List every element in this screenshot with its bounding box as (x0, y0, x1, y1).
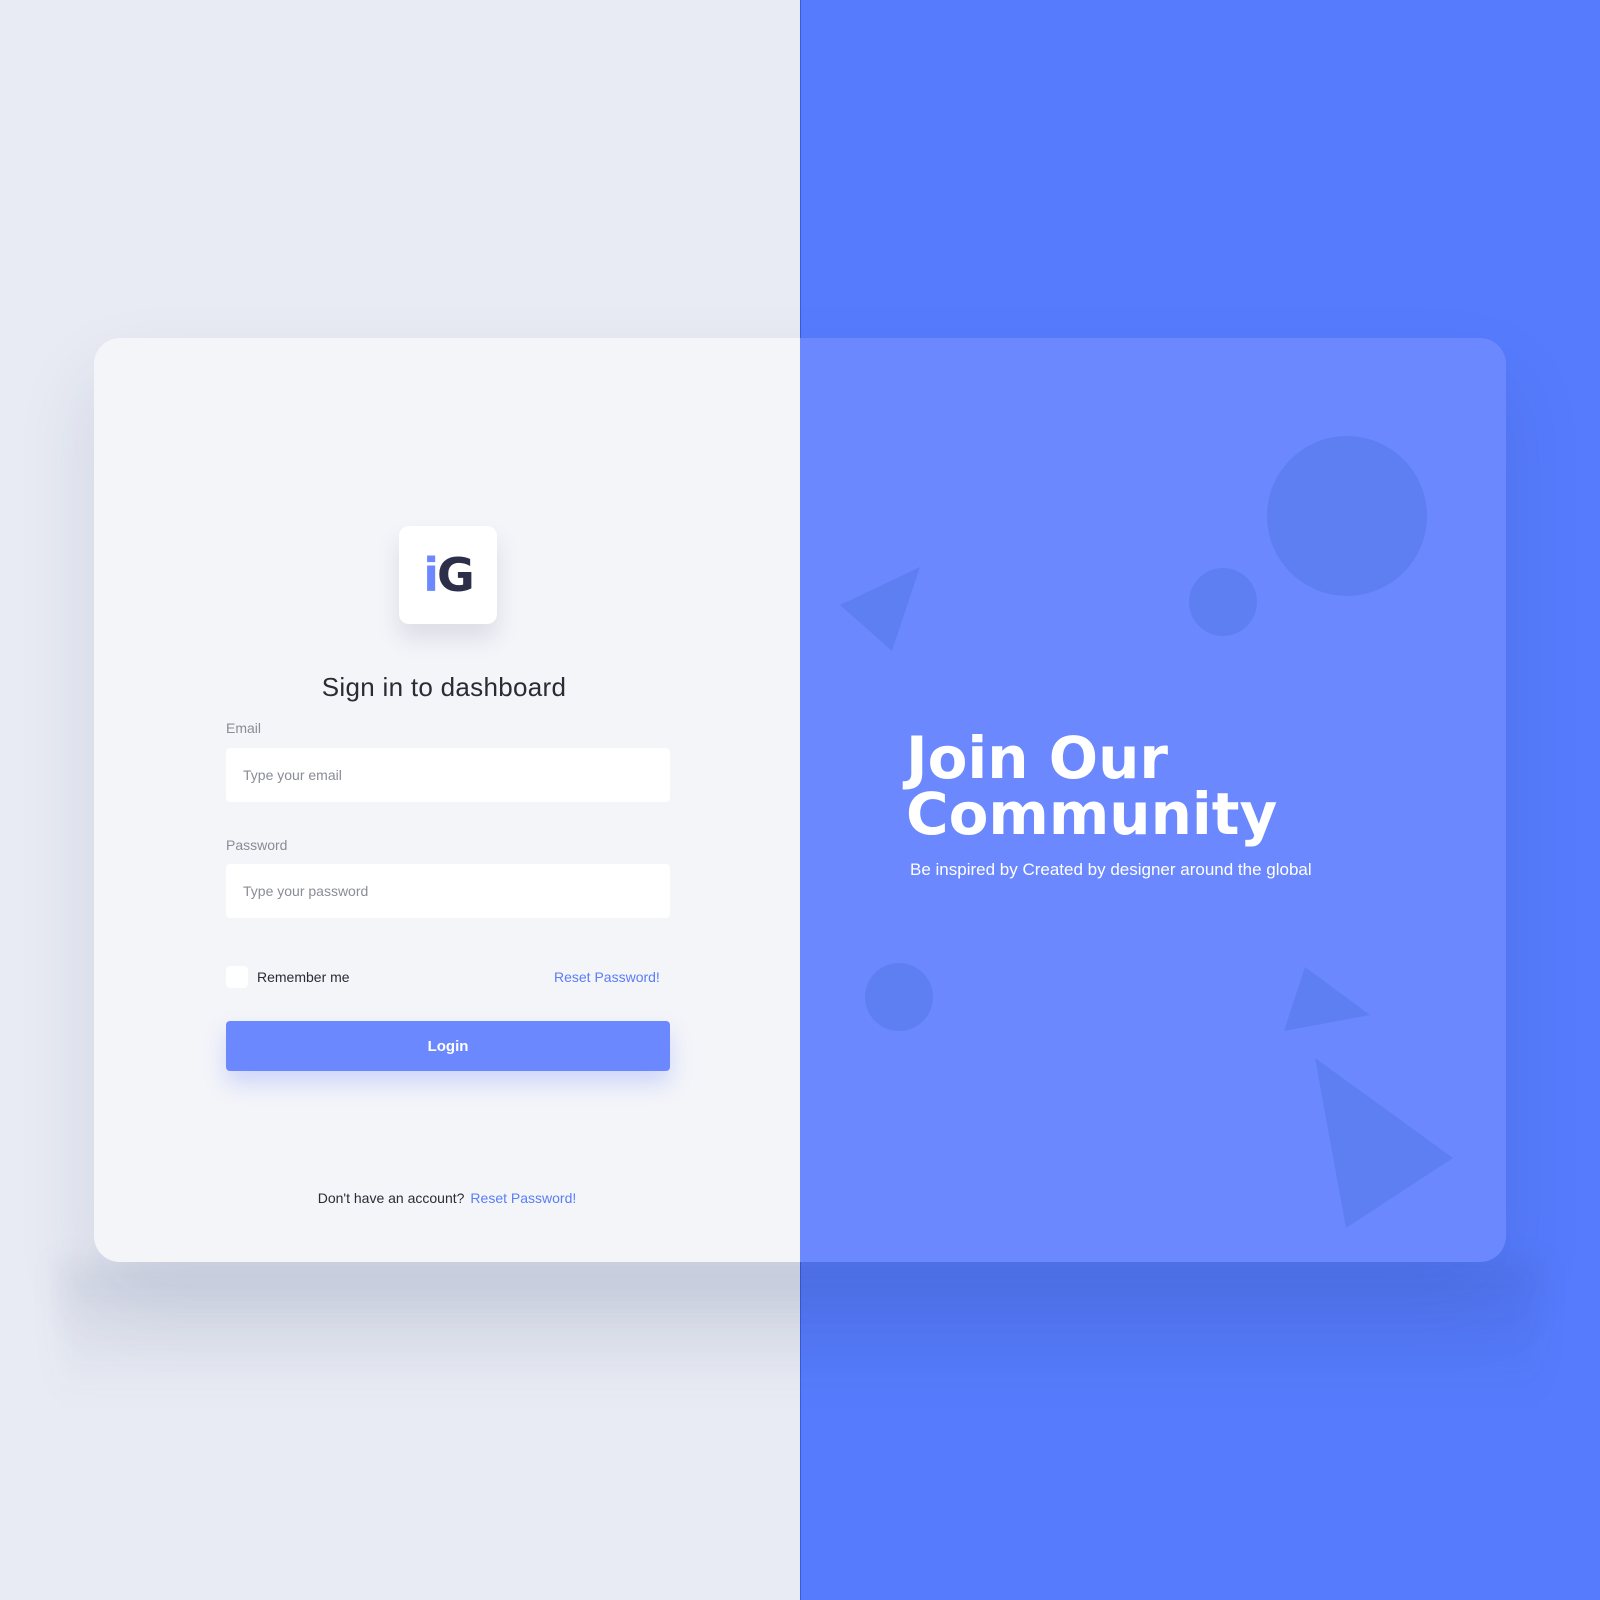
page-title: Sign in to dashboard (321, 672, 567, 702)
signup-prompt: Don't have an account? Reset Password! (94, 1190, 800, 1206)
signin-panel: iG Sign in to dashboard Email Type your … (94, 338, 800, 1262)
promo-title-line-1: Join Our (906, 724, 1168, 792)
footer-reset-password-link[interactable]: Reset Password! (470, 1190, 576, 1206)
promo-panel: Join Our Community Be inspired by Create… (800, 338, 1506, 1262)
password-field[interactable]: Type your password (226, 864, 670, 918)
triangle-shape-left (840, 567, 920, 651)
card-shadow (60, 1262, 1540, 1402)
app-logo: iG (399, 526, 497, 624)
signin-card: iG Sign in to dashboard Email Type your … (94, 338, 1506, 1262)
remember-me-label: Remember me (257, 969, 350, 985)
promo-title-line-2: Community (906, 780, 1278, 848)
signup-prompt-text: Don't have an account? (317, 1190, 465, 1206)
promo-subtitle: Be inspired by Created by designer aroun… (910, 860, 1312, 879)
small-circle-shape-bottom (865, 963, 933, 1031)
email-field[interactable]: Type your email (226, 748, 670, 802)
reset-password-link[interactable]: Reset Password! (554, 969, 660, 985)
email-label: Email (226, 720, 262, 736)
email-placeholder: Type your email (243, 767, 342, 783)
promo-title: Join Our Community (906, 724, 1466, 848)
password-placeholder: Type your password (243, 883, 369, 899)
triangle-shape-large-right (1315, 1058, 1453, 1228)
logo-letter-i: i (423, 548, 439, 602)
remember-me-checkbox[interactable] (226, 966, 248, 988)
password-label: Password (226, 837, 288, 853)
small-circle-shape-top (1189, 568, 1257, 636)
login-button[interactable]: Login (226, 1021, 670, 1071)
logo-wordmark: iG (423, 552, 475, 598)
large-circle-shape (1267, 436, 1427, 596)
triangle-shape-small-right (1284, 967, 1370, 1031)
logo-letter-g: G (437, 548, 475, 602)
